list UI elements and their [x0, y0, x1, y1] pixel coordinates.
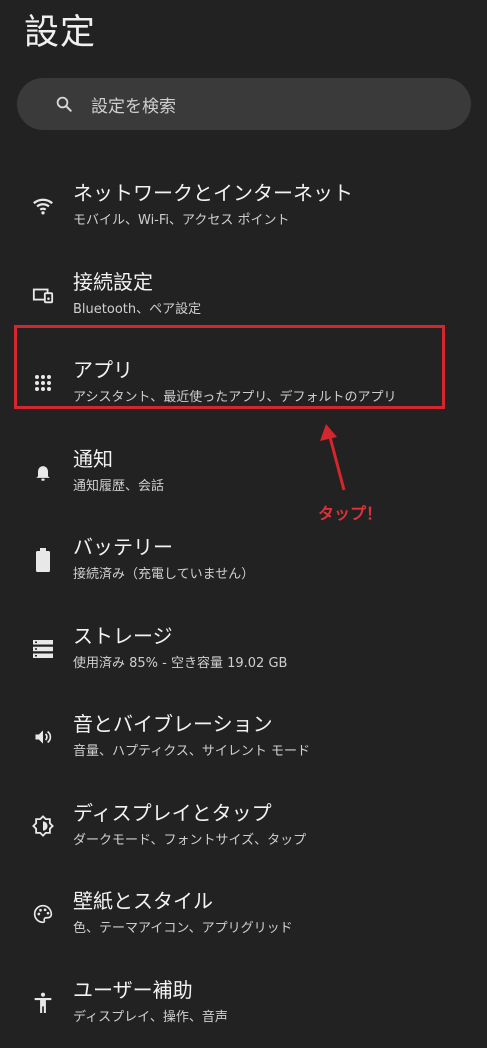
annotation-arrow: [320, 424, 346, 491]
annotation-label: タップ！: [318, 504, 383, 523]
